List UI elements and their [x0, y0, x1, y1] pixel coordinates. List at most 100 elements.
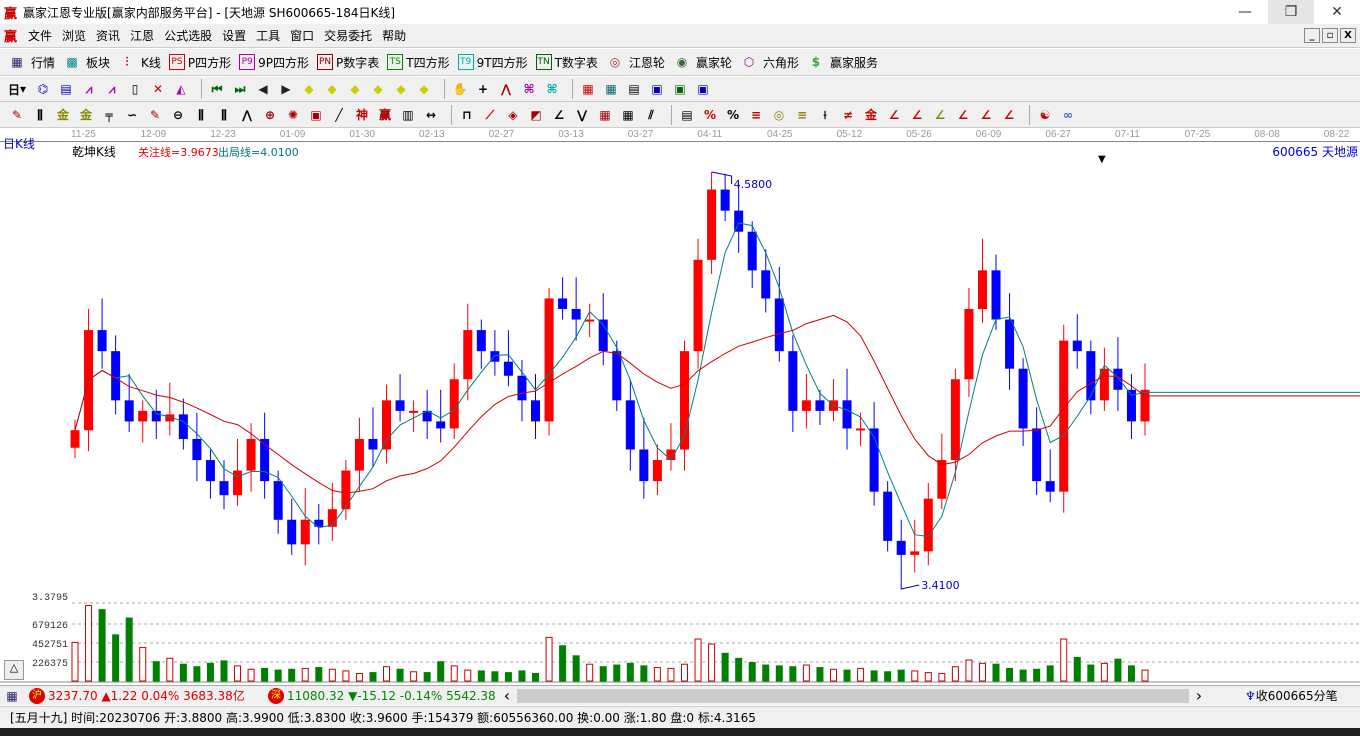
service-button[interactable]: $ 赢家服务	[807, 53, 878, 71]
grid-icon[interactable]: ▦	[596, 106, 614, 124]
shen-icon[interactable]: 神	[353, 106, 371, 124]
toolbar-button-4[interactable]: T9 9T四方形	[457, 54, 528, 71]
zoom-all-icon[interactable]: ◆	[415, 80, 433, 98]
measure-icon[interactable]: ↔	[422, 106, 440, 124]
menu-formula[interactable]: 公式选股	[159, 27, 217, 44]
infinity-icon[interactable]: ∞	[1059, 106, 1077, 124]
toolbar-button-5[interactable]: TN T数字表	[535, 54, 598, 71]
ang7-icon[interactable]: ∠	[977, 106, 995, 124]
wave2-icon[interactable]: ∽	[123, 106, 141, 124]
angle-icon[interactable]: ⋀	[238, 106, 256, 124]
yinyang-icon[interactable]: ☯	[1036, 106, 1054, 124]
node-icon[interactable]: ⌘	[520, 80, 538, 98]
scroll-left-button[interactable]: ‹	[497, 686, 517, 705]
list-icon[interactable]: ▤	[678, 106, 696, 124]
angle2-icon[interactable]: ∠	[550, 106, 568, 124]
next-icon[interactable]: ▶	[277, 80, 295, 98]
print-icon[interactable]: ▣	[694, 80, 712, 98]
zoom-out-icon[interactable]: ◆	[392, 80, 410, 98]
circle-icon[interactable]: ⊖	[169, 106, 187, 124]
minimize-button[interactable]: —	[1222, 0, 1268, 24]
box-icon[interactable]: ⊓	[458, 106, 476, 124]
last-icon[interactable]: ⏭	[231, 80, 249, 98]
kline-button[interactable]: ⫶ K线	[118, 53, 161, 71]
crosshair-icon[interactable]: +	[474, 80, 492, 98]
vee-icon[interactable]: ⋁	[573, 106, 591, 124]
ang3-icon[interactable]: ∠	[885, 106, 903, 124]
toolbar-button-2[interactable]: PN P数字表	[317, 54, 379, 71]
scroll-right-button[interactable]: ›	[1189, 686, 1209, 705]
zoom-in-icon[interactable]: ◆	[369, 80, 387, 98]
network-icon[interactable]: ▣	[671, 80, 689, 98]
fan3-icon[interactable]: ◩	[527, 106, 545, 124]
gold3-icon[interactable]: ◎	[770, 106, 788, 124]
pct2-icon[interactable]: %	[724, 106, 742, 124]
pen2-icon[interactable]: ✎	[146, 106, 164, 124]
ang8-icon[interactable]: ∠	[1000, 106, 1018, 124]
zoom-right-icon[interactable]: ◆	[323, 80, 341, 98]
first-icon[interactable]: ⏮	[208, 80, 226, 98]
prev-icon[interactable]: ◀	[254, 80, 272, 98]
fib-icon[interactable]: ▥	[399, 106, 417, 124]
toolbar-button-1[interactable]: P9 9P四方形	[239, 54, 309, 71]
zoom-left-icon[interactable]: ◆	[300, 80, 318, 98]
n2-icon[interactable]: ⫼	[215, 106, 233, 124]
ratio-icon[interactable]: ≠	[839, 106, 857, 124]
hexagon-button[interactable]: ⬡ 六角形	[740, 53, 799, 71]
close-button[interactable]: ✕	[1314, 0, 1360, 24]
menu-file[interactable]: 文件	[23, 27, 57, 44]
menu-trade[interactable]: 交易委托	[319, 27, 377, 44]
mdi-close-button[interactable]: X	[1340, 28, 1356, 43]
chart3-icon[interactable]: ⩘	[80, 80, 98, 98]
lines2-icon[interactable]: ⫼	[192, 106, 210, 124]
star-icon[interactable]: ✺	[284, 106, 302, 124]
menu-browse[interactable]: 浏览	[57, 27, 91, 44]
hand-icon[interactable]: ✋	[451, 80, 469, 98]
pen-icon[interactable]: ✎	[8, 106, 26, 124]
mdi-minimize-button[interactable]: _	[1304, 28, 1320, 43]
menu-news[interactable]: 资讯	[91, 27, 125, 44]
target-icon[interactable]: ⊕	[261, 106, 279, 124]
pattern-icon[interactable]: ⌬	[34, 80, 52, 98]
menu-help[interactable]: 帮助	[377, 27, 411, 44]
pct1-icon[interactable]: %	[701, 106, 719, 124]
winner-wheel-button[interactable]: ◉ 赢家轮	[673, 53, 732, 71]
horizontal-scrollbar[interactable]	[517, 688, 1189, 703]
ang4-icon[interactable]: ∠	[908, 106, 926, 124]
calculator-icon[interactable]: ▦	[602, 80, 620, 98]
ang5-icon[interactable]: ∠	[931, 106, 949, 124]
mdi-restore-button[interactable]: ▫	[1322, 28, 1338, 43]
kline-chart[interactable]: 3.3795 679126 452751 226375 4.5800 3.4100 ▼ 日K…	[0, 137, 1360, 684]
fan2-icon[interactable]: ◈	[504, 106, 522, 124]
sh-index[interactable]: 3237.70 ▲1.22 0.04% 3683.38亿	[48, 687, 248, 704]
sz-index[interactable]: 11080.32 ▼-15.12 -0.14% 5542.38	[287, 689, 497, 703]
tick-data-label[interactable]: 收600665分笔	[1256, 687, 1338, 704]
fan-icon[interactable]: ⟋	[481, 106, 499, 124]
gold5-icon[interactable]: 金	[862, 106, 880, 124]
menu-window[interactable]: 窗口	[285, 27, 319, 44]
gold4-icon[interactable]: ≡	[793, 106, 811, 124]
lines-icon[interactable]: ⫼	[31, 106, 49, 124]
pct3-icon[interactable]: ≡	[747, 106, 765, 124]
parallel-icon[interactable]: ╱	[330, 106, 348, 124]
quotes-button[interactable]: ▦ 行情	[8, 53, 55, 71]
expand-panel-button[interactable]: △	[4, 660, 24, 680]
fork-icon[interactable]: ╤	[100, 106, 118, 124]
spectrum-icon[interactable]: ◭	[172, 80, 190, 98]
sectors-button[interactable]: ▩ 板块	[63, 53, 110, 71]
wave-icon[interactable]: ⋀	[497, 80, 515, 98]
gold1-icon[interactable]: 金	[54, 106, 72, 124]
ying-icon[interactable]: 赢	[376, 106, 394, 124]
notes-icon[interactable]: ▤	[57, 80, 75, 98]
square-icon[interactable]: ▣	[307, 106, 325, 124]
chart9-icon[interactable]: ⩘	[103, 80, 121, 98]
menu-tools[interactable]: 工具	[251, 27, 285, 44]
gold2-icon[interactable]: 金	[77, 106, 95, 124]
period-selector[interactable]: 日 ▾	[8, 81, 26, 98]
node2-icon[interactable]: ⌘	[543, 80, 561, 98]
toolbar-button-0[interactable]: PS P四方形	[168, 54, 231, 71]
grid2-icon[interactable]: ▦	[619, 106, 637, 124]
gann-wheel-button[interactable]: ◎ 江恩轮	[606, 53, 665, 71]
toolbar-button-3[interactable]: TS T四方形	[387, 54, 450, 71]
cross-tool-icon[interactable]: ✕	[149, 80, 167, 98]
